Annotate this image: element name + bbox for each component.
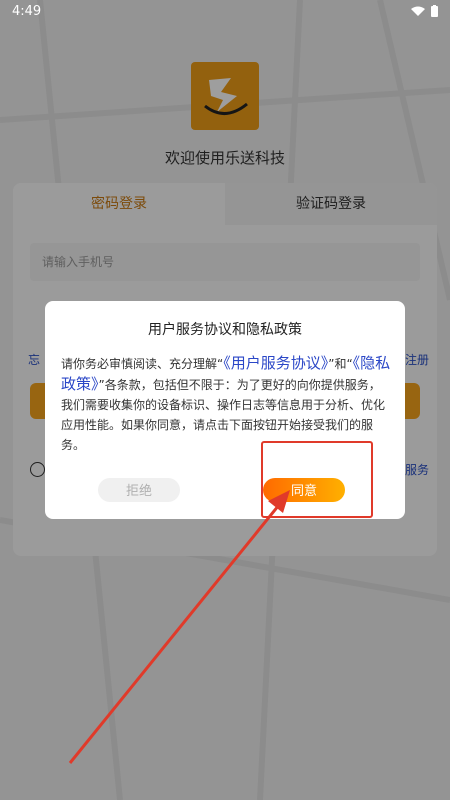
battery-icon [431, 5, 438, 17]
wifi-icon [411, 6, 425, 16]
clock: 4:49 [12, 3, 42, 19]
dialog-body: 请你务必审慎阅读、充分理解“《用户服务协议》”和“《隐私政策》”各条款，包括但不… [61, 353, 391, 455]
service-agreement-link[interactable]: 《用户服务协议》 [223, 354, 328, 372]
reject-button[interactable]: 拒绝 [98, 478, 180, 502]
body-text-and: ”和“ [328, 357, 353, 371]
highlight-box [261, 441, 373, 518]
status-bar: 4:49 [0, 0, 450, 22]
dialog-title: 用户服务协议和隐私政策 [148, 322, 302, 338]
body-text-pre: 请你务必审慎阅读、充分理解“ [61, 357, 224, 371]
